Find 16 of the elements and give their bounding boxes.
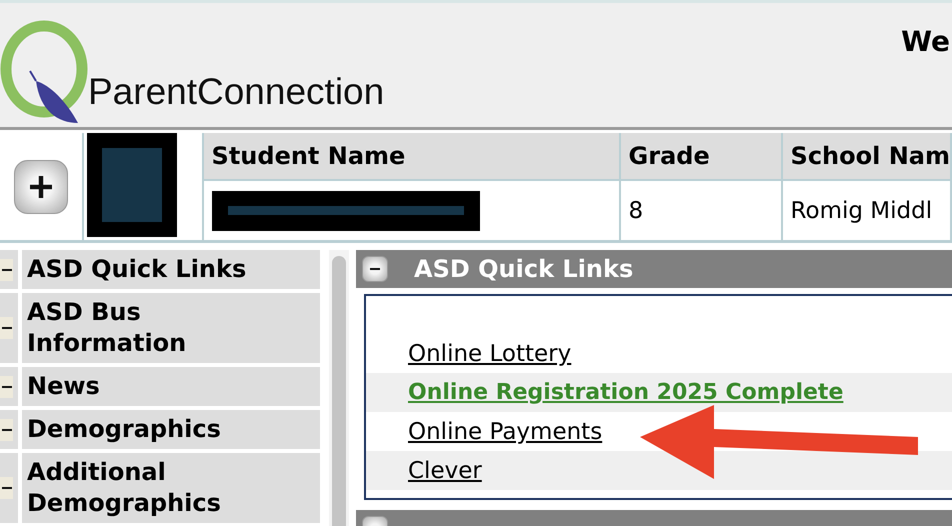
column-header: Grade [620, 133, 783, 181]
quick-link[interactable]: Online Payments [408, 418, 602, 444]
column-header: Student Name [204, 133, 621, 181]
sidebar-item[interactable]: ASD Quick Links [22, 250, 320, 289]
column-header: School Nam [782, 133, 952, 181]
sidebar-item[interactable]: Additional Demographics [22, 453, 320, 523]
sidebar-item[interactable]: Demographics [22, 410, 320, 449]
table-cell: 8 [620, 181, 783, 240]
quick-link[interactable]: Clever [408, 458, 482, 484]
welcome-text: We [901, 25, 950, 58]
panel-title: ASD Quick Links [414, 255, 634, 283]
table-cell: Romig Middl [782, 181, 952, 240]
logo-text: ParentConnection [88, 71, 384, 113]
quick-link[interactable]: Online Lottery [408, 340, 572, 366]
sidebar-item[interactable]: ASD Bus Information [22, 293, 320, 363]
sidebar-item[interactable]: News [22, 367, 320, 406]
